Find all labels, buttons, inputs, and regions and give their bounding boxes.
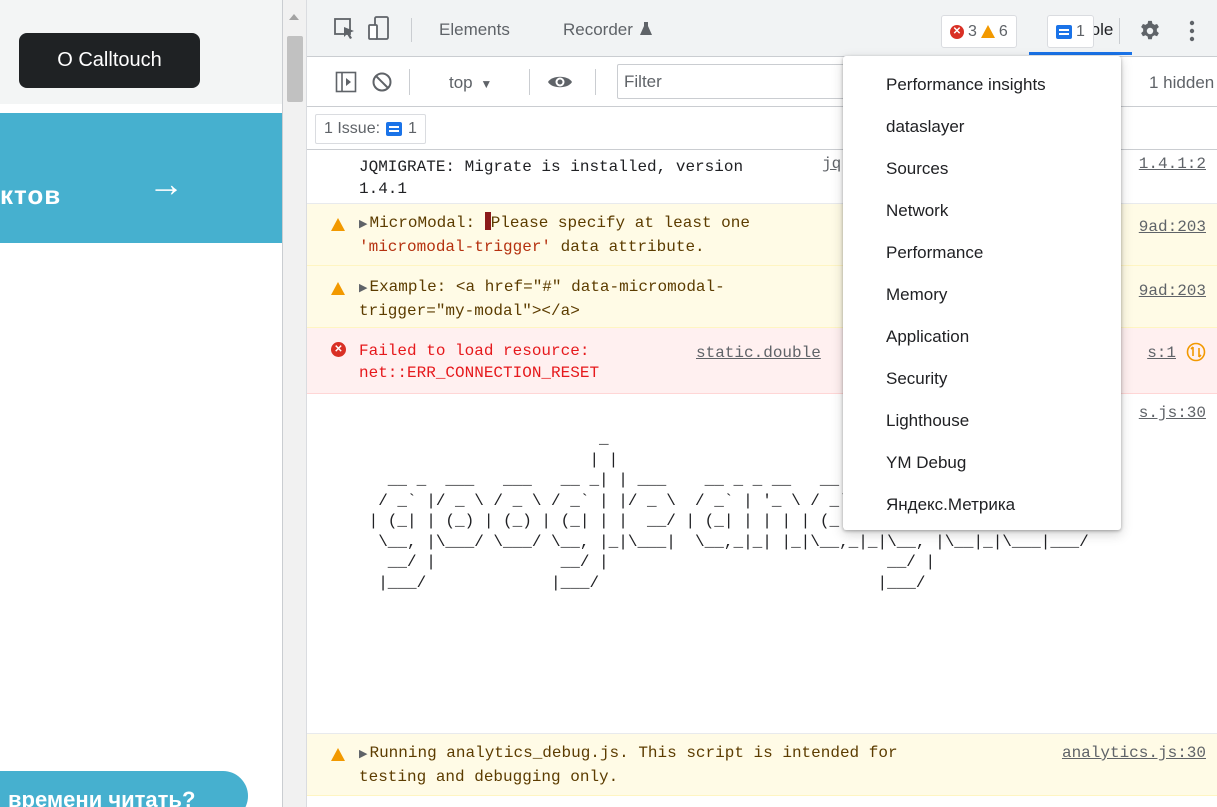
source-link[interactable]: 9ad:203 (1139, 216, 1206, 238)
message-text: <a href="#" data-micromodal- (455, 278, 725, 296)
cta-text: ктов (0, 180, 62, 210)
menu-item-dataslayer[interactable]: dataslayer (843, 106, 1121, 148)
filter-input[interactable] (617, 64, 877, 99)
network-request-icon[interactable] (1186, 342, 1206, 362)
message-string: 'micromodal-trigger' (359, 238, 552, 256)
source-link[interactable]: 1.4.1:2 (1139, 153, 1206, 175)
context-label: top (449, 73, 473, 92)
message-prefix: Example: (369, 278, 447, 296)
inspect-element-icon[interactable] (333, 17, 357, 41)
divider (1119, 18, 1120, 44)
message-text: Please specify at least one (490, 214, 750, 232)
eye-icon[interactable] (547, 72, 573, 92)
warning-count: 6 (998, 22, 1008, 40)
message-prefix: MicroModal: (369, 214, 476, 232)
message-text: testing and debugging only. (359, 768, 619, 786)
context-select[interactable]: top ▼ (449, 73, 492, 93)
hidden-count[interactable]: 1 hidden (1149, 73, 1214, 93)
message-text: data attribute. (551, 238, 705, 256)
page-scrollbar[interactable] (283, 0, 307, 807)
source-link[interactable]: jq (822, 153, 841, 175)
tab-elements[interactable]: Elements (439, 20, 510, 40)
scroll-thumb[interactable] (287, 36, 303, 102)
menu-item-performance[interactable]: Performance (843, 232, 1121, 274)
devtools-panel: Elements Recorder Console » (282, 0, 1217, 807)
tab-recorder[interactable]: Recorder (563, 20, 652, 40)
source-link[interactable]: s.js:30 (1139, 402, 1206, 424)
source-link[interactable]: static.double (696, 342, 821, 364)
sidebar-toggle-icon[interactable] (335, 71, 357, 93)
arrow-right-icon[interactable]: → (148, 163, 184, 205)
expand-icon[interactable]: ▶ (359, 219, 367, 231)
issues-count: 1 (408, 120, 417, 137)
warning-icon (980, 25, 995, 38)
divider (409, 69, 410, 95)
active-tab-indicator (1029, 52, 1132, 55)
experimental-flask-icon (639, 22, 652, 35)
read-time-pill[interactable]: времени читать? (0, 771, 248, 807)
device-toolbar-icon[interactable] (367, 16, 391, 42)
divider (595, 69, 596, 95)
expand-icon[interactable]: ▶ (359, 749, 367, 761)
message-text: JQMIGRATE: Migrate is installed, version… (359, 158, 744, 198)
website-page: О Calltouch ктов → времени читать? (0, 0, 282, 807)
menu-item-network[interactable]: Network (843, 190, 1121, 232)
scroll-up-icon[interactable] (289, 14, 299, 20)
more-tabs-menu: Performance insights dataslayer Sources … (843, 56, 1121, 530)
error-icon: ✕ (331, 342, 346, 357)
error-icon: ✕ (950, 24, 964, 39)
warning-icon (331, 748, 345, 761)
message-icon (386, 122, 403, 136)
menu-item-sources[interactable]: Sources (843, 148, 1121, 190)
menu-item-ym-debug[interactable]: YM Debug (843, 442, 1121, 484)
menu-item-yandex-metrika[interactable]: Яндекс.Метрика (843, 484, 1121, 526)
source-link[interactable]: s:1 (1147, 342, 1176, 364)
menu-item-memory[interactable]: Memory (843, 274, 1121, 316)
cta-banner[interactable] (0, 113, 282, 243)
warning-icon (331, 282, 345, 295)
menu-item-security[interactable]: Security (843, 358, 1121, 400)
about-calltouch-button[interactable]: О Calltouch (19, 33, 200, 88)
issues-button[interactable]: 1 Issue: 1 (315, 114, 426, 144)
issues-count-button[interactable]: 1 (1047, 15, 1094, 48)
divider (411, 18, 412, 42)
gear-icon[interactable] (1139, 20, 1161, 42)
menu-item-performance-insights[interactable]: Performance insights (843, 64, 1121, 106)
expand-icon[interactable]: ▶ (359, 283, 367, 295)
divider (529, 69, 530, 95)
warning-icon (331, 218, 345, 231)
source-link[interactable]: analytics.js:30 (1062, 742, 1206, 764)
source-link[interactable]: 9ad:203 (1139, 280, 1206, 302)
issues-label: 1 Issue: (324, 120, 381, 137)
menu-item-lighthouse[interactable]: Lighthouse (843, 400, 1121, 442)
clear-console-icon[interactable] (371, 71, 393, 93)
menu-item-application[interactable]: Application (843, 316, 1121, 358)
issue-count: 1 (1076, 22, 1085, 40)
tab-recorder-label: Recorder (563, 20, 633, 39)
error-count: 3 (968, 22, 977, 40)
chevron-down-icon: ▼ (480, 77, 493, 91)
kebab-menu-icon[interactable] (1189, 20, 1195, 42)
message-icon (1056, 24, 1072, 39)
console-warning: ▶ Running analytics_debug.js. This script… (307, 734, 1217, 796)
console-counts-button[interactable]: ✕ 3 6 (941, 15, 1017, 48)
message-text: Running analytics_debug.js. This script … (369, 744, 898, 762)
